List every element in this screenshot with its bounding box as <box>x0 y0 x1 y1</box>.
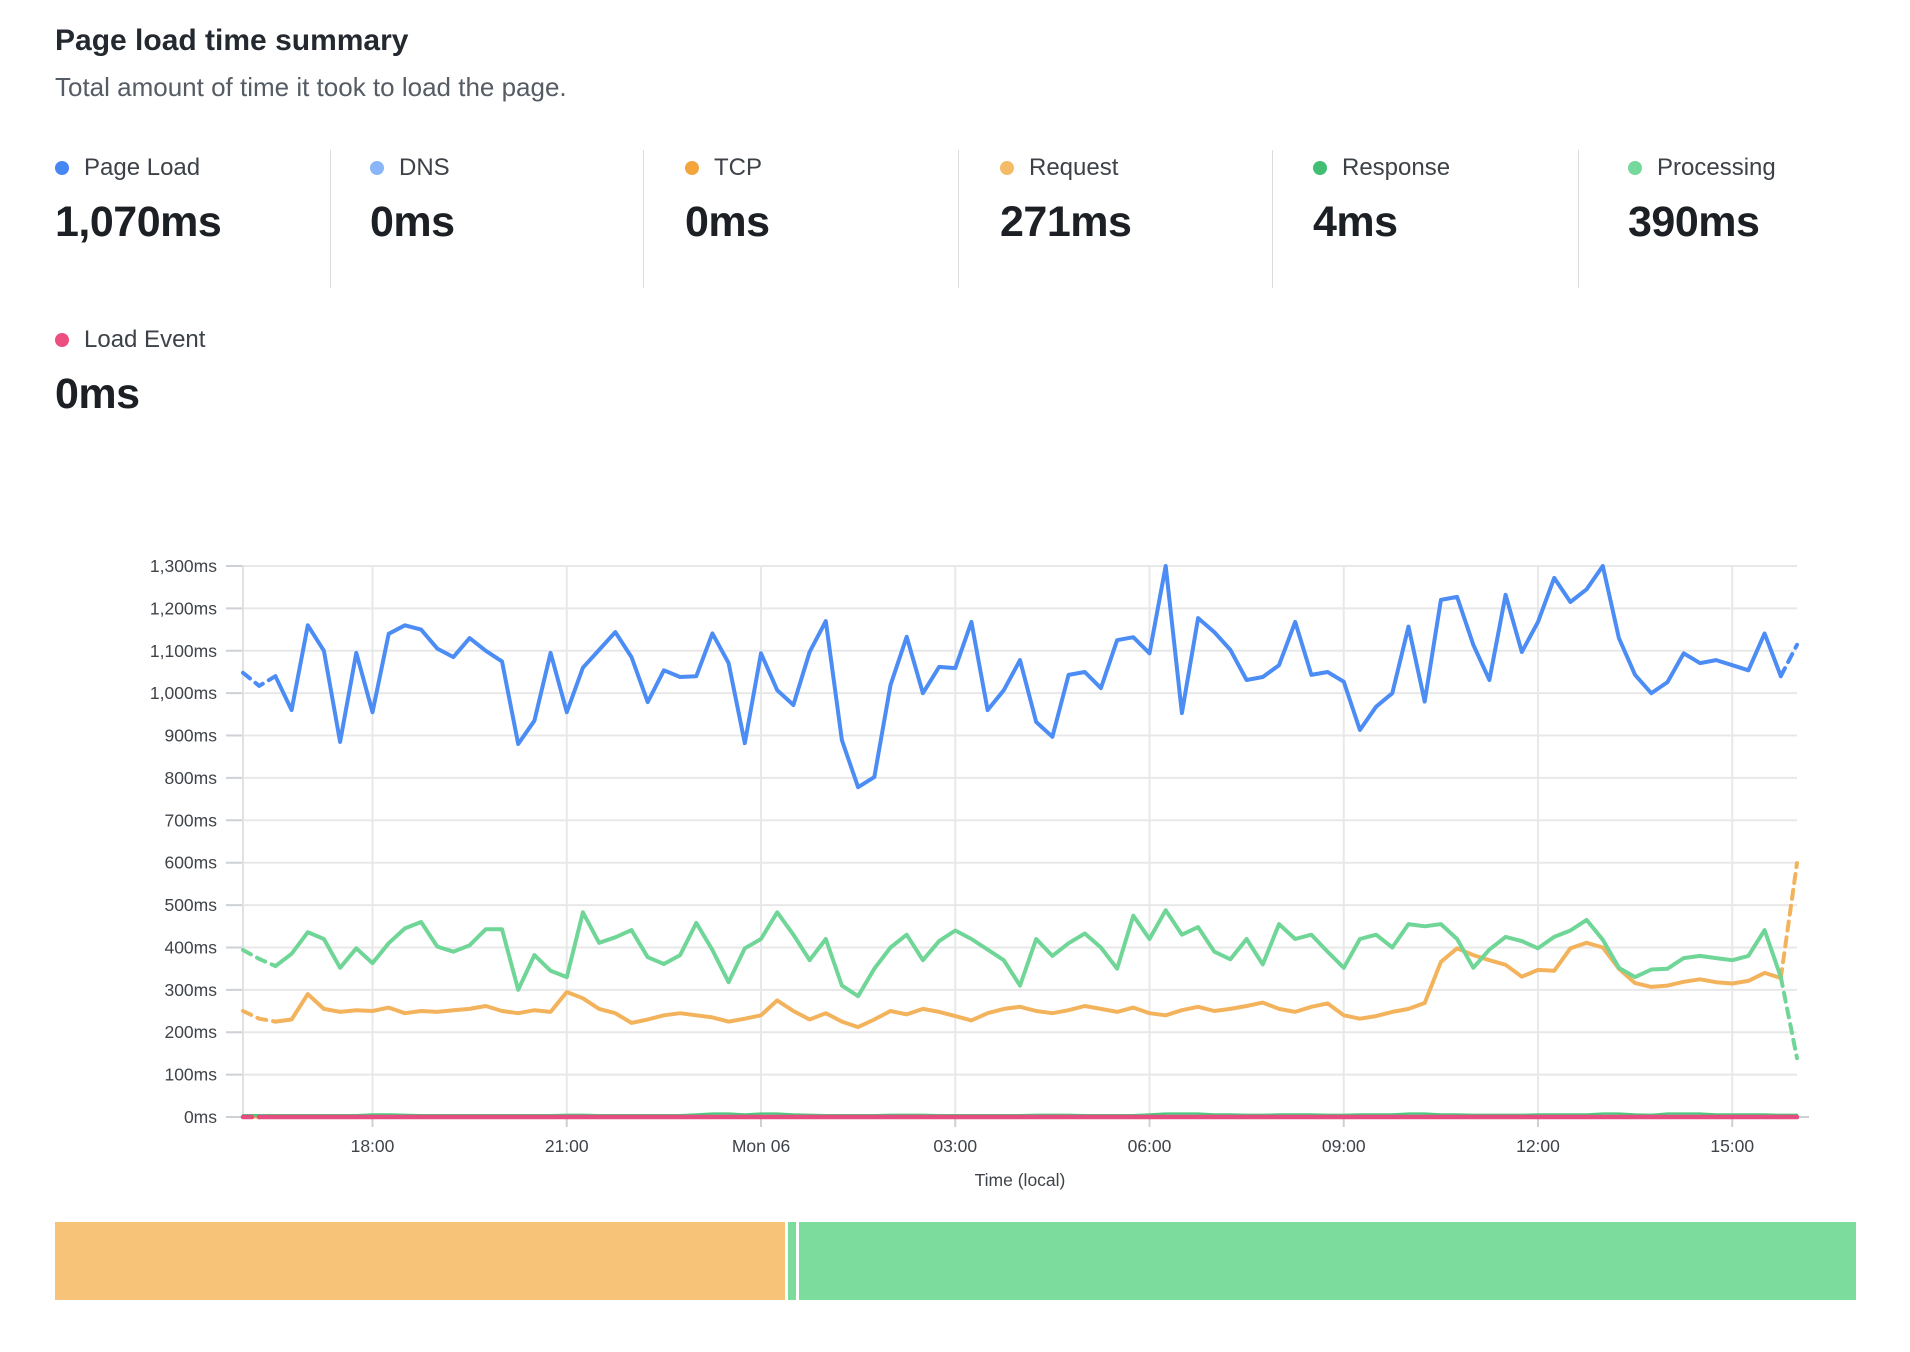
y-tick-label: 1,100ms <box>150 641 217 661</box>
y-tick-label: 600ms <box>164 853 217 873</box>
y-tick-label: 1,300ms <box>150 556 217 576</box>
y-tick-label: 400ms <box>164 937 217 957</box>
bar-segment-processing-share <box>799 1222 1856 1300</box>
x-tick-label: 06:00 <box>1128 1136 1172 1156</box>
y-tick-label: 800ms <box>164 768 217 788</box>
series-processing-line <box>275 910 1780 996</box>
y-tick-label: 1,000ms <box>150 683 217 703</box>
y-tick-label: 700ms <box>164 810 217 830</box>
duration-breakdown-bar[interactable] <box>55 1222 1856 1300</box>
y-tick-label: 500ms <box>164 895 217 915</box>
x-tick-label: 15:00 <box>1710 1136 1754 1156</box>
x-tick-label: 03:00 <box>933 1136 977 1156</box>
page-load-time-summary-panel: Page load time summary Total amount of t… <box>0 0 1910 1352</box>
y-tick-label: 1,200ms <box>150 598 217 618</box>
y-tick-label: 300ms <box>164 980 217 1000</box>
y-tick-label: 900ms <box>164 726 217 746</box>
chart-svg: 0ms 100ms 200ms 300ms 400ms 500ms 600ms 700ms 80… <box>0 0 1910 1352</box>
series-processing-line <box>243 950 275 966</box>
x-tick-label: 12:00 <box>1516 1136 1560 1156</box>
bar-segment-request-share <box>55 1222 785 1300</box>
x-tick-label: 09:00 <box>1322 1136 1366 1156</box>
x-tick-label: 21:00 <box>545 1136 589 1156</box>
series-page-load-line <box>1781 645 1797 676</box>
x-tick-label: 18:00 <box>351 1136 395 1156</box>
series-page-load-line <box>275 566 1780 787</box>
series-request-line <box>275 943 1780 1027</box>
series-request-line <box>1781 863 1797 978</box>
y-tick-label: 100ms <box>164 1065 217 1085</box>
bar-segment-processing-share-sliver <box>788 1222 796 1300</box>
x-axis-caption: Time (local) <box>975 1170 1066 1190</box>
y-tick-label: 200ms <box>164 1022 217 1042</box>
x-tick-label: Mon 06 <box>732 1136 790 1156</box>
timeseries-chart[interactable]: 0ms 100ms 200ms 300ms 400ms 500ms 600ms 700ms 80… <box>0 0 1910 1352</box>
series-request-line <box>243 1011 275 1022</box>
series-page-load-line <box>243 673 275 686</box>
y-tick-label: 0ms <box>184 1107 217 1127</box>
